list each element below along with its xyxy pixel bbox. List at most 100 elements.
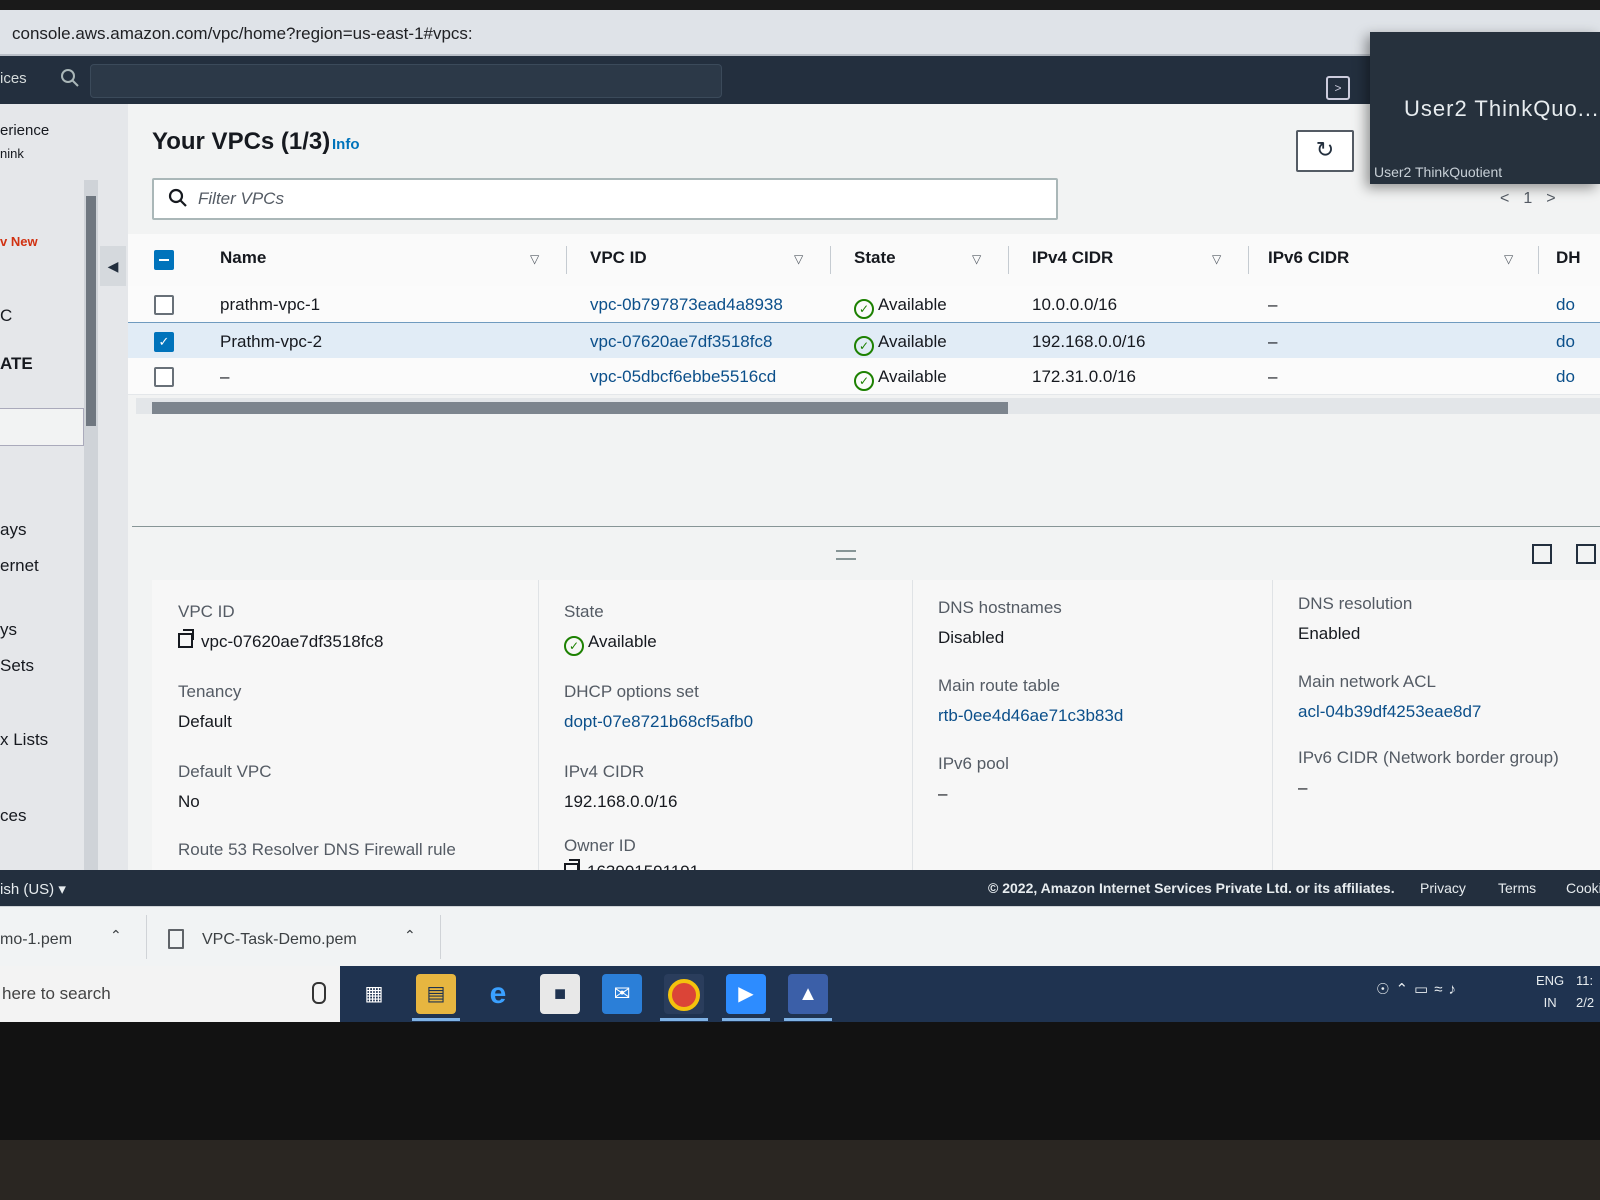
- sidebar-item[interactable]: C: [0, 306, 12, 326]
- ipv6-cidr-label: IPv6 CIDR (Network border group): [1298, 748, 1559, 767]
- sidebar-item[interactable]: ays: [0, 520, 26, 540]
- row-checkbox-checked[interactable]: ✓: [154, 332, 174, 352]
- table-row[interactable]: prathm-vpc-1 vpc-0b797873ead4a8938 ✓ Avai…: [128, 286, 1600, 323]
- dhcp-options-link[interactable]: dopt-07e8721b68cf5afb0: [564, 712, 753, 732]
- services-menu[interactable]: ices: [0, 70, 27, 87]
- cell-ipv4: 10.0.0.0/16: [1032, 295, 1118, 314]
- volume-icon[interactable]: ♪: [1448, 981, 1462, 998]
- split-panel-drag-handle[interactable]: [836, 550, 856, 560]
- column-header-vpc-id[interactable]: VPC ID: [590, 248, 647, 268]
- column-divider[interactable]: [1248, 246, 1249, 274]
- sidebar-item[interactable]: ces: [0, 806, 26, 826]
- table-scrollbar-thumb[interactable]: [152, 402, 1008, 414]
- row-checkbox[interactable]: [154, 367, 174, 387]
- cell-dhcp-link[interactable]: do: [1556, 367, 1575, 387]
- chevron-up-icon[interactable]: ⌃: [1395, 981, 1414, 998]
- filter-vpcs-input[interactable]: [196, 184, 1040, 214]
- table-header: Name ▽ VPC ID ▽ State ▽ IPv4 CIDR ▽ IPv6…: [128, 234, 1600, 287]
- vpc-id-text: vpc-07620ae7df3518fc8: [201, 632, 384, 651]
- sort-icon[interactable]: ▽: [1212, 252, 1221, 266]
- download-item[interactable]: mo-1.pem: [0, 931, 72, 949]
- mail-icon[interactable]: ✉: [602, 974, 642, 1014]
- microphone-icon[interactable]: [312, 982, 326, 1004]
- chevron-up-icon[interactable]: ⌃: [110, 927, 122, 944]
- system-tray[interactable]: ☉⌃▭≈♪: [1376, 980, 1462, 998]
- wifi-icon[interactable]: ≈: [1434, 981, 1448, 998]
- download-item[interactable]: VPC-Task-Demo.pem: [202, 931, 357, 949]
- cell-vpc-id-link[interactable]: vpc-05dbcf6ebbe5516cd: [590, 367, 776, 387]
- user-account-popup[interactable]: User2 ThinkQuo... User2 ThinkQuotient: [1370, 32, 1600, 184]
- column-divider[interactable]: [1538, 246, 1539, 274]
- cell-dhcp-link[interactable]: do: [1556, 332, 1575, 352]
- taskbar-search-placeholder[interactable]: here to search: [2, 984, 111, 1004]
- sidebar-item-selected[interactable]: [0, 408, 84, 446]
- sidebar-item[interactable]: x Lists: [0, 730, 48, 750]
- column-header-dhcp[interactable]: DH: [1556, 248, 1581, 268]
- url-text[interactable]: console.aws.amazon.com/vpc/home?region=u…: [12, 24, 473, 44]
- main-route-table-link[interactable]: rtb-0ee4d46ae71c3b83d: [938, 706, 1123, 726]
- row-checkbox[interactable]: [154, 295, 174, 315]
- sidebar-item[interactable]: nink: [0, 146, 24, 161]
- cloudshell-icon[interactable]: >: [1326, 76, 1350, 100]
- chevron-up-icon[interactable]: ⌃: [404, 927, 416, 944]
- browser-address-bar[interactable]: console.aws.amazon.com/vpc/home?region=u…: [0, 10, 1600, 56]
- refresh-button[interactable]: ↻: [1296, 130, 1354, 172]
- column-header-ipv6-cidr[interactable]: IPv6 CIDR: [1268, 248, 1349, 268]
- column-divider[interactable]: [830, 246, 831, 274]
- collapse-sidebar-button[interactable]: ◀: [100, 246, 126, 286]
- cell-vpc-id-link[interactable]: vpc-0b797873ead4a8938: [590, 295, 783, 315]
- page-number[interactable]: 1: [1523, 190, 1546, 207]
- battery-icon[interactable]: ▭: [1414, 981, 1434, 998]
- sidebar-item-new[interactable]: v New: [0, 234, 38, 249]
- table-row[interactable]: – vpc-05dbcf6ebbe5516cd ✓ Available 172.3…: [128, 358, 1600, 395]
- sidebar-item[interactable]: erience: [0, 122, 49, 139]
- sort-icon[interactable]: ▽: [972, 252, 981, 266]
- task-view-icon[interactable]: ▦: [354, 974, 394, 1014]
- search-icon: [168, 188, 187, 207]
- info-link[interactable]: Info: [332, 136, 360, 153]
- copy-icon[interactable]: [178, 629, 194, 648]
- people-icon[interactable]: ☉: [1376, 981, 1395, 998]
- sidebar-scrollbar-thumb[interactable]: [86, 196, 96, 426]
- file-explorer-icon[interactable]: ▤: [416, 974, 456, 1014]
- panel-bottom-icon[interactable]: [1532, 544, 1552, 564]
- remote-app-icon[interactable]: ▲: [788, 974, 828, 1014]
- active-app-indicator: [412, 1018, 460, 1021]
- clock[interactable]: 11: 2/2: [1576, 970, 1594, 1014]
- column-header-name[interactable]: Name: [220, 248, 266, 268]
- panel-side-icon[interactable]: [1576, 544, 1596, 564]
- store-icon[interactable]: ■: [540, 974, 580, 1014]
- edge-icon[interactable]: e: [478, 974, 518, 1014]
- taskbar-search-box[interactable]: here to search: [0, 966, 340, 1022]
- tenancy-label: Tenancy: [178, 682, 242, 701]
- sort-icon[interactable]: ▽: [794, 252, 803, 266]
- language-selector[interactable]: ish (US) ▾: [0, 880, 66, 898]
- default-vpc-label: Default VPC: [178, 762, 272, 781]
- terms-link[interactable]: Terms: [1498, 880, 1536, 896]
- chrome-icon[interactable]: [664, 974, 704, 1014]
- filter-vpcs-field[interactable]: [152, 178, 1058, 220]
- global-search-input[interactable]: [90, 64, 722, 98]
- sort-icon[interactable]: ▽: [530, 252, 539, 266]
- column-header-state[interactable]: State: [854, 248, 896, 268]
- main-network-acl-link[interactable]: acl-04b39df4253eae8d7: [1298, 702, 1481, 722]
- sidebar-item[interactable]: Sets: [0, 656, 34, 676]
- cell-dhcp-link[interactable]: do: [1556, 295, 1575, 315]
- split-panel-divider[interactable]: [132, 526, 1600, 527]
- next-page-icon[interactable]: >: [1546, 190, 1569, 207]
- select-all-checkbox[interactable]: [154, 250, 174, 270]
- sidebar-item[interactable]: ys: [0, 620, 17, 640]
- cell-vpc-id-link[interactable]: vpc-07620ae7df3518fc8: [590, 332, 772, 352]
- cookies-link[interactable]: Cooki: [1566, 880, 1600, 896]
- column-divider[interactable]: [566, 246, 567, 274]
- sidebar-item[interactable]: ernet: [0, 556, 39, 576]
- input-language[interactable]: ENG IN: [1536, 970, 1564, 1014]
- user-display-name[interactable]: User2 ThinkQuo...: [1404, 96, 1599, 122]
- prev-page-icon[interactable]: <: [1500, 190, 1523, 207]
- table-row-selected[interactable]: ✓ Prathm-vpc-2 vpc-07620ae7df3518fc8 ✓ Av…: [128, 322, 1600, 360]
- zoom-icon[interactable]: ▶: [726, 974, 766, 1014]
- privacy-link[interactable]: Privacy: [1420, 880, 1466, 896]
- column-divider[interactable]: [1008, 246, 1009, 274]
- column-header-ipv4-cidr[interactable]: IPv4 CIDR: [1032, 248, 1113, 268]
- sort-icon[interactable]: ▽: [1504, 252, 1513, 266]
